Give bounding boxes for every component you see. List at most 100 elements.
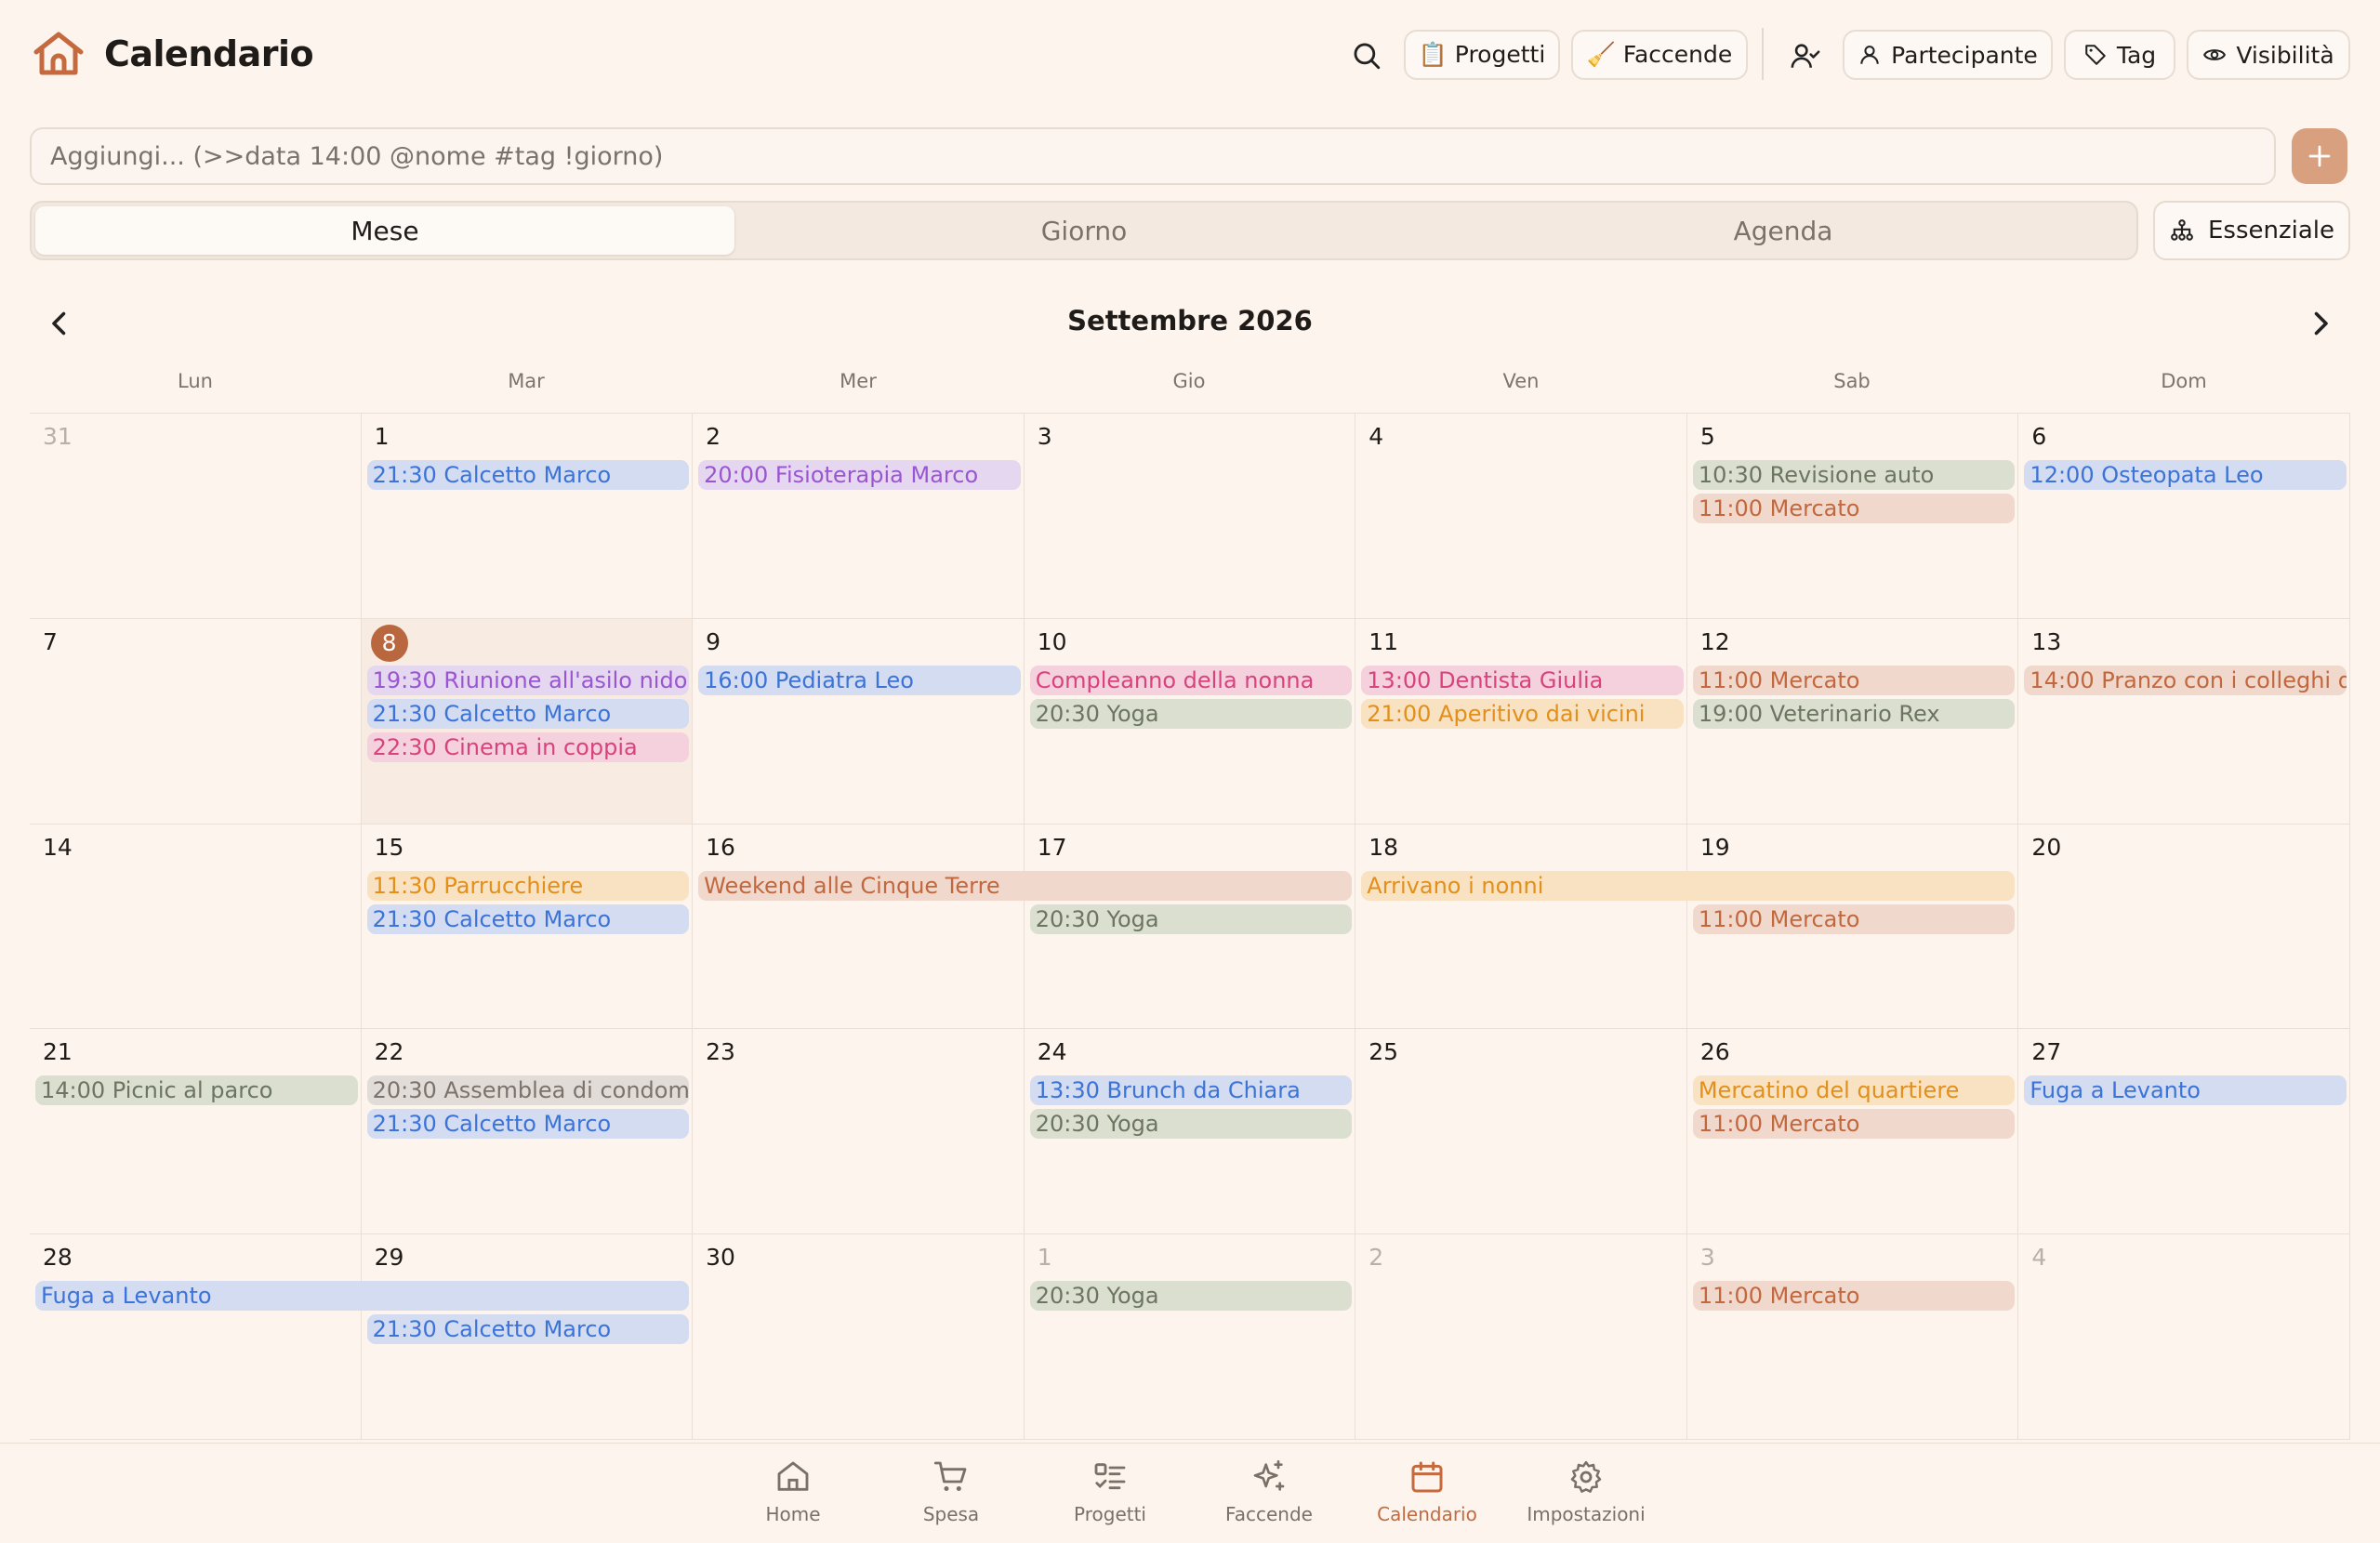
day-number: 20 <box>2031 833 2062 861</box>
calendar-event[interactable]: Fuga a Levanto <box>2024 1075 2347 1106</box>
calendar-event[interactable]: 21:30 Calcetto Marco <box>366 698 690 729</box>
tab-mese[interactable]: Mese <box>35 206 734 255</box>
day-number: 10 <box>1037 627 1067 655</box>
day-cell[interactable] <box>693 618 1025 824</box>
chores-filter-button[interactable]: 🧹 Faccende <box>1571 30 1748 80</box>
search-icon[interactable] <box>1348 37 1385 74</box>
day-cell[interactable] <box>2018 824 2350 1030</box>
sparkles-icon <box>1253 1460 1285 1491</box>
visibility-filter-label: Visibilità <box>2236 41 2334 69</box>
calendar-event[interactable]: 20:30 Yoga <box>1029 1109 1353 1140</box>
day-number: 7 <box>43 627 58 655</box>
day-cell[interactable] <box>30 414 362 619</box>
nav-spesa[interactable]: Spesa <box>872 1458 1030 1525</box>
calendar-event[interactable]: 20:30 Yoga <box>1029 1281 1353 1312</box>
visibility-filter-button[interactable]: Visibilità <box>2187 30 2350 80</box>
calendar-event[interactable]: 14:00 Picnic al parco <box>35 1075 358 1106</box>
day-number: 14 <box>43 833 73 861</box>
calendar-event[interactable]: 21:30 Calcetto Marco <box>366 460 690 490</box>
calendar-event[interactable]: 13:00 Dentista Giulia <box>1361 665 1684 695</box>
day-cell[interactable] <box>693 414 1025 619</box>
tab-agenda[interactable]: Agenda <box>1434 206 2133 255</box>
calendar-event[interactable]: 11:00 Mercato <box>1692 494 2016 523</box>
day-number: 18 <box>1368 833 1399 861</box>
calendar-event[interactable]: 11:00 Mercato <box>1692 1281 2016 1312</box>
calendar-event[interactable]: 21:30 Calcetto Marco <box>366 1109 690 1140</box>
tab-giorno[interactable]: Giorno <box>734 206 1434 255</box>
nav-faccende[interactable]: Faccende <box>1190 1458 1348 1525</box>
calendar-event[interactable]: 22:30 Cinema in coppia <box>366 732 690 762</box>
nav-home[interactable]: Home <box>714 1458 872 1525</box>
day-cell[interactable] <box>2018 1234 2350 1440</box>
calendar-event[interactable]: Mercatino del quartiere <box>1692 1075 2016 1106</box>
day-cell[interactable] <box>30 1029 362 1235</box>
nav-home-label: Home <box>765 1503 821 1525</box>
day-number: 1 <box>374 423 390 450</box>
tag-icon <box>2085 45 2106 65</box>
day-number: 3 <box>1037 423 1052 450</box>
calendar-event[interactable]: 21:00 Aperitivo dai vicini <box>1361 698 1684 729</box>
nav-progetti-label: Progetti <box>1074 1503 1146 1525</box>
home-logo-icon[interactable] <box>32 30 86 78</box>
calendar-event[interactable]: 21:30 Calcetto Marco <box>366 1314 690 1345</box>
chevron-right-icon[interactable] <box>2304 307 2337 340</box>
user-check-icon[interactable] <box>1787 37 1824 74</box>
calendar-event[interactable]: 20:30 Assemblea di condominio <box>366 1075 690 1106</box>
calendar-event[interactable]: 16:00 Pediatra Leo <box>698 665 1021 695</box>
day-cell[interactable] <box>1355 414 1687 619</box>
weekday-header: Mer <box>840 370 877 392</box>
day-cell[interactable] <box>1024 1234 1356 1440</box>
calendar-event[interactable]: 11:00 Mercato <box>1692 903 2016 934</box>
day-number: 3 <box>1699 1244 1715 1272</box>
day-cell[interactable] <box>2018 618 2350 824</box>
calendar-event[interactable]: 14:00 Pranzo con i colleghi di G <box>2024 665 2347 695</box>
day-cell[interactable] <box>1355 1234 1687 1440</box>
calendar-event[interactable]: 11:00 Mercato <box>1692 665 2016 695</box>
tag-filter-button[interactable]: Tag <box>2064 30 2175 80</box>
day-cell[interactable] <box>693 1029 1025 1235</box>
nav-impostazioni[interactable]: Impostazioni <box>1507 1458 1665 1525</box>
calendar-event[interactable]: 12:00 Osteopata Leo <box>2024 460 2347 490</box>
day-number: 25 <box>1368 1038 1399 1066</box>
day-number: 4 <box>2031 1244 2047 1272</box>
projects-filter-button[interactable]: 📋 Progetti <box>1404 30 1560 80</box>
day-cell[interactable] <box>1686 1234 2019 1440</box>
calendar-event[interactable]: 11:30 Parrucchiere <box>366 870 690 901</box>
quick-add-input[interactable] <box>30 127 2276 185</box>
calendar-event[interactable]: 20:30 Yoga <box>1029 698 1353 729</box>
calendar-event[interactable]: 11:00 Mercato <box>1692 1109 2016 1140</box>
day-cell[interactable] <box>30 618 362 824</box>
calendar-event[interactable]: 20:00 Fisioterapia Marco <box>698 460 1021 490</box>
tag-filter-label: Tag <box>2116 41 2157 69</box>
day-number: 9 <box>706 627 721 655</box>
day-cell[interactable] <box>30 824 362 1030</box>
calendar-event[interactable]: 20:30 Yoga <box>1029 903 1353 934</box>
calendar-event[interactable]: 13:30 Brunch da Chiara <box>1029 1075 1353 1106</box>
day-number: 17 <box>1037 833 1067 861</box>
day-cell[interactable] <box>693 1234 1025 1440</box>
day-number: 22 <box>374 1038 404 1066</box>
add-button[interactable] <box>2292 128 2347 184</box>
calendar-event[interactable]: 10:30 Revisione auto <box>1692 460 2016 490</box>
calendar-event[interactable]: 19:00 Veterinario Rex <box>1692 698 2016 729</box>
calendar-event[interactable]: 21:30 Calcetto Marco <box>366 903 690 934</box>
day-cell[interactable] <box>1355 1029 1687 1235</box>
day-cell[interactable] <box>1024 414 1356 619</box>
day-cell[interactable] <box>30 1234 362 1440</box>
nav-progetti[interactable]: Progetti <box>1031 1458 1189 1525</box>
calendar-event[interactable]: Compleanno della nonna <box>1029 665 1353 695</box>
day-number: 13 <box>2031 627 2062 655</box>
weekday-header: Mar <box>508 370 545 392</box>
calendar-icon <box>1411 1461 1443 1493</box>
day-cell[interactable] <box>361 414 694 619</box>
nav-calendario[interactable]: Calendario <box>1348 1458 1506 1525</box>
participant-filter-button[interactable]: Partecipante <box>1843 30 2053 80</box>
calendar-event[interactable]: 19:30 Riunione all'asilo nido <box>366 665 690 695</box>
essential-toggle-button[interactable]: Essenziale <box>2153 201 2350 260</box>
month-grid: 31 1 21:30 Calcetto Marco 2 20:00 Fisioterap… <box>30 413 2350 1440</box>
day-cell[interactable] <box>1355 824 1687 1030</box>
day-cell[interactable] <box>2018 414 2350 619</box>
day-cell[interactable] <box>693 824 1025 1030</box>
day-number: 23 <box>706 1038 735 1066</box>
day-cell[interactable] <box>2018 1029 2350 1235</box>
